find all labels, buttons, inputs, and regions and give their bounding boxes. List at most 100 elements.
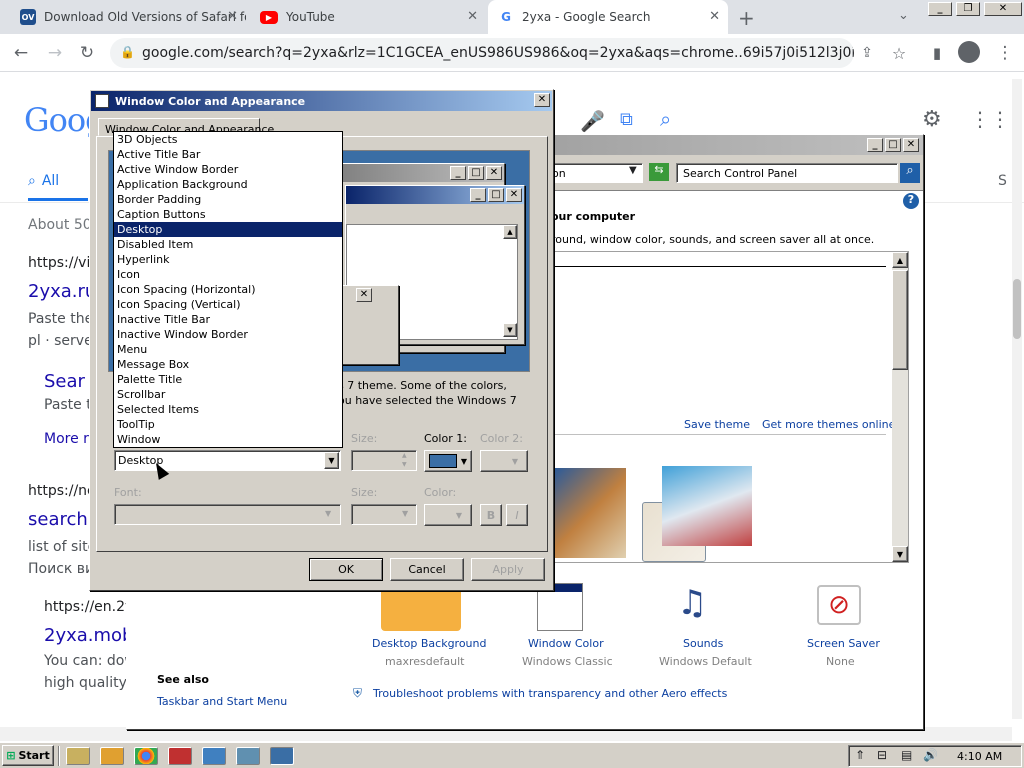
notification-icon[interactable]: ▤ xyxy=(901,748,912,762)
chevron-down-icon[interactable]: ▼ xyxy=(324,452,339,469)
scrollbar-thumb[interactable] xyxy=(892,270,908,370)
dropdown-item[interactable]: Icon Spacing (Horizontal) xyxy=(114,282,342,297)
theme-thumbnail[interactable] xyxy=(662,466,752,546)
themes-scrollbar[interactable]: ▲ ▼ xyxy=(892,252,908,562)
tab-youtube[interactable]: ▶ YouTube ✕ xyxy=(250,0,486,34)
dropdown-item[interactable]: Caption Buttons xyxy=(114,207,342,222)
dropdown-item[interactable]: ToolTip xyxy=(114,417,342,432)
dropdown-item[interactable]: Inactive Window Border xyxy=(114,327,342,342)
search-icon[interactable]: ⌕ xyxy=(900,163,920,183)
dropdown-item[interactable]: Icon xyxy=(114,267,342,282)
start-button[interactable]: ⊞ Start xyxy=(2,745,54,766)
dropdown-item[interactable]: Hyperlink xyxy=(114,252,342,267)
maximize-icon[interactable]: □ xyxy=(885,138,901,152)
network-icon[interactable]: ⊟ xyxy=(877,748,887,762)
minimize-icon[interactable]: _ xyxy=(867,138,883,152)
result-url[interactable]: https://en.2y xyxy=(44,599,133,615)
dropdown-item[interactable]: Disabled Item xyxy=(114,237,342,252)
dropdown-item[interactable]: Selected Items xyxy=(114,402,342,417)
ok-button[interactable]: OK xyxy=(309,558,383,581)
size-spinner[interactable]: ▲ ▼ xyxy=(351,450,417,471)
result-title[interactable]: 2yxa.mob xyxy=(44,625,133,646)
gear-icon[interactable]: ⚙ xyxy=(922,107,942,132)
chevron-down-icon[interactable]: ▼ xyxy=(629,165,637,176)
scroll-down-icon[interactable]: ▼ xyxy=(892,546,908,562)
new-tab-button[interactable]: + xyxy=(738,6,755,30)
dropdown-item[interactable]: Active Title Bar xyxy=(114,147,342,162)
dropdown-item[interactable]: Menu xyxy=(114,342,342,357)
help-icon[interactable]: ? xyxy=(903,193,919,209)
close-icon[interactable]: ✕ xyxy=(903,138,919,152)
spin-up-icon[interactable]: ▲ xyxy=(402,452,407,459)
chevron-up-icon[interactable]: ⇑ xyxy=(855,748,865,762)
item-select[interactable]: Desktop xyxy=(114,450,341,471)
scrollbar-thumb[interactable] xyxy=(1013,279,1021,339)
app-icon[interactable] xyxy=(168,747,192,765)
italic-button[interactable]: I xyxy=(506,504,528,526)
spin-down-icon[interactable]: ▼ xyxy=(402,461,407,468)
screen-saver-link[interactable]: Screen Saver xyxy=(807,637,880,650)
font-color-button[interactable]: ▼ xyxy=(424,504,472,526)
dropdown-item[interactable]: Desktop xyxy=(114,222,342,237)
sidebar-icon[interactable]: ▮ xyxy=(922,34,952,72)
dropdown-item[interactable]: Inactive Title Bar xyxy=(114,312,342,327)
apply-button[interactable]: Apply xyxy=(471,558,545,581)
forward-arrow-icon[interactable]: → xyxy=(40,34,70,72)
share-icon[interactable]: ⇪ xyxy=(852,34,882,72)
microphone-icon[interactable]: 🎤 xyxy=(580,109,605,133)
volume-icon[interactable]: 🔊 xyxy=(923,748,938,762)
more-themes-link[interactable]: Get more themes online xyxy=(762,418,895,431)
explorer-icon[interactable] xyxy=(66,747,90,765)
address-bar[interactable]: 🔒 google.com/search?q=2yxa&rlz=1C1GCEA_e… xyxy=(110,38,854,68)
tab-more[interactable]: S xyxy=(998,173,1007,189)
color2-button[interactable]: ▼ xyxy=(480,450,528,472)
page-scrollbar[interactable] xyxy=(1012,79,1022,719)
troubleshoot-link[interactable]: Troubleshoot problems with transparency … xyxy=(373,687,727,700)
close-icon[interactable]: ✕ xyxy=(534,93,550,107)
dropdown-item[interactable]: Icon Spacing (Vertical) xyxy=(114,297,342,312)
chevron-down-icon[interactable]: ⌄ xyxy=(898,8,909,23)
apps-grid-icon[interactable]: ⋮⋮ xyxy=(970,107,1010,131)
media-player-icon[interactable] xyxy=(100,747,124,765)
dropdown-item[interactable]: 3D Objects xyxy=(114,132,342,147)
desktop-background-link[interactable]: Desktop Background xyxy=(372,637,487,650)
close-icon[interactable]: ✕ xyxy=(709,9,720,24)
reload-icon[interactable]: ↻ xyxy=(72,34,102,72)
bold-button[interactable]: B xyxy=(480,504,502,526)
dropdown-item[interactable]: Message Box xyxy=(114,357,342,372)
search-icon[interactable]: ⌕ xyxy=(660,107,671,131)
close-icon[interactable]: ✕ xyxy=(984,2,1022,16)
save-theme-link[interactable]: Save theme xyxy=(684,418,750,431)
dropdown-item[interactable]: Window xyxy=(114,432,342,447)
camera-search-icon[interactable]: ⧉ xyxy=(620,109,633,130)
dropdown-item[interactable]: Application Background xyxy=(114,177,342,192)
result-title[interactable]: 2yxa.ru xyxy=(28,281,96,302)
taskbar-start-menu-link[interactable]: Taskbar and Start Menu xyxy=(157,695,287,708)
dropdown-item[interactable]: Scrollbar xyxy=(114,387,342,402)
result-title[interactable]: search xyxy=(28,509,88,530)
back-arrow-icon[interactable]: ← xyxy=(6,34,36,72)
window-color-link[interactable]: Window Color xyxy=(528,637,604,650)
display-settings-icon[interactable] xyxy=(270,747,294,765)
scroll-up-icon[interactable]: ▲ xyxy=(892,252,908,268)
control-panel-icon[interactable] xyxy=(236,747,260,765)
restore-icon[interactable]: ❐ xyxy=(956,2,980,16)
cancel-button[interactable]: Cancel xyxy=(390,558,464,581)
dropdown-item[interactable]: Border Padding xyxy=(114,192,342,207)
search-input[interactable]: Search Control Panel xyxy=(676,163,898,183)
tab-google-search[interactable]: G 2yxa - Google Search ✕ xyxy=(488,0,728,34)
screen-saver-icon[interactable]: ⊘ xyxy=(817,585,861,625)
font-size-select[interactable]: ▼ xyxy=(351,504,417,525)
refresh-icon[interactable]: ⇆ xyxy=(649,163,669,181)
star-icon[interactable]: ☆ xyxy=(884,34,914,72)
minimize-icon[interactable]: _ xyxy=(928,2,952,16)
sounds-link[interactable]: Sounds xyxy=(683,637,723,650)
menu-dots-icon[interactable]: ⋮ xyxy=(990,34,1020,72)
close-icon[interactable]: ✕ xyxy=(227,9,238,24)
close-icon[interactable]: ✕ xyxy=(467,9,478,24)
color1-button[interactable]: ▼ xyxy=(424,450,472,472)
tab-all[interactable]: ⌕ All xyxy=(28,173,59,189)
dropdown-item[interactable]: Active Window Border xyxy=(114,162,342,177)
app-icon[interactable] xyxy=(202,747,226,765)
sounds-icon[interactable]: ♫ xyxy=(677,583,707,623)
